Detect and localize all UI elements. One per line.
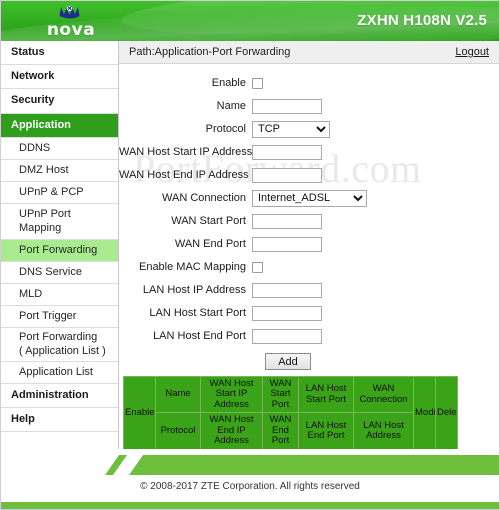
form-row-wan-host-end-ip: WAN Host End IP Address xyxy=(119,166,499,184)
add-button[interactable]: Add xyxy=(265,353,311,370)
footer-band-decoration xyxy=(1,455,499,475)
protocol-select[interactable]: TCP xyxy=(252,120,330,138)
form-row-wan-host-start-ip: WAN Host Start IP Address xyxy=(119,143,499,161)
form-row-lan-host-ip: LAN Host IP Address xyxy=(119,281,499,299)
sidebar-item-ddns[interactable]: DDNS xyxy=(1,138,118,160)
name-input[interactable] xyxy=(252,98,322,114)
wan-connection-select[interactable]: Internet_ADSL xyxy=(252,189,367,207)
form-row-wan-end-port: WAN End Port xyxy=(119,235,499,253)
nova-logo[interactable]: nova xyxy=(25,3,117,41)
sidebar-item-port-trigger[interactable]: Port Trigger xyxy=(1,306,118,329)
sidebar-item-port-forwarding-application-list[interactable]: Port Forwarding ( Application List ) xyxy=(1,328,118,362)
th-name: Name xyxy=(155,375,201,414)
th-modify: Modify xyxy=(413,376,436,449)
label-wan-end-port: WAN End Port xyxy=(174,238,246,250)
label-wan-host-start-ip: WAN Host Start IP Address xyxy=(119,146,253,158)
label-name: Name xyxy=(216,100,246,112)
label-wan-start-port: WAN Start Port xyxy=(171,215,246,227)
sidebar-item-dmz-host[interactable]: DMZ Host xyxy=(1,160,118,183)
footer-bottom-bar xyxy=(1,502,499,509)
port-forwarding-table-wrap: Enable Name WAN Host Start IP Address WA… xyxy=(123,375,499,449)
th-lan-host-end-port: LAN Host End Port xyxy=(298,412,354,449)
sidebar-item-help[interactable]: Help xyxy=(1,408,118,433)
nova-crown-icon xyxy=(25,5,117,21)
form-row-lan-host-start-port: LAN Host Start Port xyxy=(119,304,499,322)
port-forwarding-form: Enable Name Protocol TCP WAN Host Start … xyxy=(119,64,499,370)
port-forwarding-table: Enable Name WAN Host Start IP Address WA… xyxy=(123,375,458,449)
sidebar-item-status[interactable]: Status xyxy=(1,41,118,66)
lan-host-start-port-input[interactable] xyxy=(252,305,322,321)
sidebar-item-mld[interactable]: MLD xyxy=(1,284,118,307)
router-admin-page: nova ZXHN H108N V2.5 Status Network Secu… xyxy=(0,0,500,510)
label-enable-mac-mapping: Enable MAC Mapping xyxy=(138,261,246,273)
wan-end-port-input[interactable] xyxy=(252,236,322,252)
sidebar-item-administration[interactable]: Administration xyxy=(1,384,118,409)
page-footer: © 2008-2017 ZTE Corporation. All rights … xyxy=(1,449,499,509)
table-header-row-1: Enable Name WAN Host Start IP Address WA… xyxy=(123,375,458,449)
form-row-enable-mac-mapping: Enable MAC Mapping xyxy=(119,258,499,276)
logout-link[interactable]: Logout xyxy=(455,46,489,58)
label-lan-host-start-port: LAN Host Start Port xyxy=(149,307,246,319)
sidebar-item-upnp-pcp[interactable]: UPnP & PCP xyxy=(1,182,118,205)
nova-logo-text: nova xyxy=(46,20,96,40)
th-lan-host-address: LAN Host Address xyxy=(353,412,414,449)
form-row-wan-start-port: WAN Start Port xyxy=(119,212,499,230)
sidebar-item-network[interactable]: Network xyxy=(1,65,118,90)
form-row-enable: Enable xyxy=(119,74,499,92)
th-wan-host-end-ip: WAN Host End IP Address xyxy=(200,412,263,449)
footer-copyright: © 2008-2017 ZTE Corporation. All rights … xyxy=(140,481,360,492)
page-banner: nova ZXHN H108N V2.5 xyxy=(1,1,499,41)
form-row-name: Name xyxy=(119,97,499,115)
label-lan-host-ip: LAN Host IP Address xyxy=(142,284,246,296)
enable-mac-mapping-checkbox[interactable] xyxy=(252,261,263,273)
th-wan-host-start-ip: WAN Host Start IP Address xyxy=(200,375,263,414)
wan-host-start-ip-input[interactable] xyxy=(252,144,322,160)
sidebar-nav: Status Network Security Application DDNS… xyxy=(1,41,119,480)
lan-host-ip-input[interactable] xyxy=(252,282,322,298)
wan-host-end-ip-input[interactable] xyxy=(252,167,322,183)
label-wan-host-end-ip: WAN Host End IP Address xyxy=(119,169,249,181)
sidebar-item-application[interactable]: Application xyxy=(1,113,118,138)
form-row-wan-connection: WAN Connection Internet_ADSL xyxy=(119,189,499,207)
form-row-add: Add xyxy=(119,353,499,370)
th-lan-host-start-port: LAN Host Start Port xyxy=(298,375,354,414)
th-delete: Delete xyxy=(435,376,458,449)
breadcrumb-bar: Path:Application-Port Forwarding Logout xyxy=(119,41,499,64)
th-wan-connection: WAN Connection xyxy=(353,375,414,414)
page-body: Status Network Security Application DDNS… xyxy=(1,41,499,480)
form-row-lan-host-end-port: LAN Host End Port xyxy=(119,327,499,345)
sidebar-item-dns-service[interactable]: DNS Service xyxy=(1,262,118,285)
label-lan-host-end-port: LAN Host End Port xyxy=(153,330,246,342)
sidebar-item-application-list[interactable]: Application List xyxy=(1,362,118,384)
label-protocol: Protocol xyxy=(205,123,246,135)
label-enable: Enable xyxy=(211,77,246,89)
sidebar-item-security[interactable]: Security xyxy=(1,89,118,114)
table-header-row-2: Protocol WAN Host End IP Address WAN End… xyxy=(124,412,458,449)
add-row-spacer xyxy=(119,353,252,370)
th-wan-start-port: WAN Start Port xyxy=(262,375,299,414)
wan-start-port-input[interactable] xyxy=(252,213,322,229)
sidebar-item-port-forwarding[interactable]: Port Forwarding xyxy=(1,239,118,262)
main-content: Path:Application-Port Forwarding Logout … xyxy=(119,41,499,449)
lan-host-end-port-input[interactable] xyxy=(252,328,322,344)
th-wan-end-port: WAN End Port xyxy=(262,412,299,449)
form-row-protocol: Protocol TCP xyxy=(119,120,499,138)
label-wan-connection: WAN Connection xyxy=(162,192,246,204)
sidebar-item-upnp-port-mapping[interactable]: UPnP Port Mapping xyxy=(1,204,118,240)
enable-checkbox[interactable] xyxy=(252,77,263,89)
th-protocol: Protocol xyxy=(155,412,201,449)
th-enable: Enable xyxy=(123,376,156,449)
router-model-title: ZXHN H108N V2.5 xyxy=(357,12,487,29)
breadcrumb: Path:Application-Port Forwarding xyxy=(129,46,291,58)
